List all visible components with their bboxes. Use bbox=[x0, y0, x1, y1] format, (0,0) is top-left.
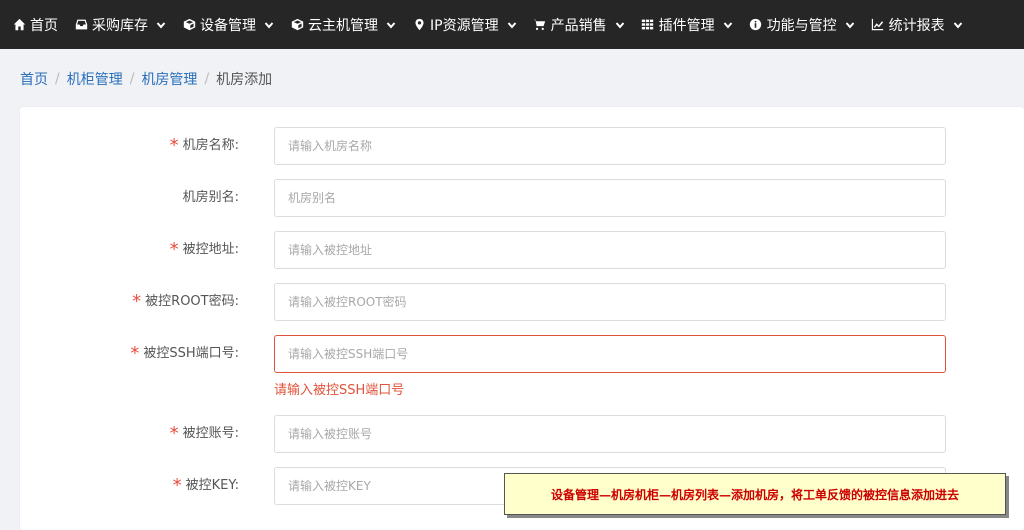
chevron-down-icon bbox=[723, 20, 733, 30]
nav-item-ip-resource-management[interactable]: IP资源管理 bbox=[412, 15, 517, 35]
nav-item-function-control[interactable]: 功能与管控 bbox=[749, 15, 855, 35]
chevron-down-icon bbox=[615, 20, 625, 30]
nav-item-statistics-report[interactable]: 统计报表 bbox=[871, 15, 963, 35]
required-asterisk: * bbox=[169, 239, 179, 260]
nav-item-plugin-management[interactable]: 插件管理 bbox=[641, 15, 733, 35]
room-alias-input[interactable] bbox=[274, 179, 946, 217]
grid-icon bbox=[641, 18, 655, 32]
field-label: * 被控SSH端口号: bbox=[130, 343, 239, 364]
chart-line-icon bbox=[871, 18, 885, 32]
nav-item-product-sales[interactable]: 产品销售 bbox=[533, 15, 625, 35]
breadcrumb-current: 机房添加 bbox=[216, 72, 273, 88]
annotation-callout: 设备管理—机房机柜—机房列表—添加机房，将工单反馈的被控信息添加进去 bbox=[504, 473, 1006, 515]
root-password-input[interactable] bbox=[274, 283, 946, 321]
nav-item-label: IP资源管理 bbox=[430, 17, 499, 34]
nav-item-label: 功能与管控 bbox=[766, 17, 837, 34]
map-marker-icon bbox=[412, 18, 426, 32]
nav-item-label: 云主机管理 bbox=[308, 17, 378, 34]
cube-icon bbox=[290, 18, 304, 32]
field-label: * 被控地址: bbox=[169, 239, 239, 260]
required-asterisk: * bbox=[169, 423, 179, 444]
info-icon bbox=[749, 18, 763, 32]
room-name-input[interactable] bbox=[274, 127, 946, 165]
field-label: * 被控账号: bbox=[169, 423, 239, 444]
inbox-icon bbox=[74, 18, 88, 32]
breadcrumb-link-cabinet-management[interactable]: 机柜管理 bbox=[67, 69, 123, 89]
breadcrumb: 首页 / 机柜管理 / 机房管理 / 机房添加 bbox=[20, 69, 272, 89]
breadcrumb-link-home[interactable]: 首页 bbox=[20, 69, 48, 89]
field-label: * 被控KEY: bbox=[172, 475, 239, 496]
required-asterisk: * bbox=[169, 135, 179, 156]
nav-item-cloud-host-management[interactable]: 云主机管理 bbox=[290, 15, 396, 35]
cube-icon bbox=[182, 18, 196, 32]
nav-item-label: 设备管理 bbox=[200, 17, 256, 34]
ssh-port-error-message: 请输入被控SSH端口号 bbox=[274, 383, 405, 398]
field-label: * 被控ROOT密码: bbox=[132, 291, 239, 312]
nav-item-label: 采购库存 bbox=[92, 17, 148, 34]
ssh-port-input[interactable] bbox=[274, 335, 946, 373]
cart-icon bbox=[533, 18, 547, 32]
top-navbar: 首页 采购库存 设备管理 云主机管理 IP资源管理 产品销售 插件管理 功能与管… bbox=[0, 0, 1024, 49]
nav-item-home[interactable]: 首页 bbox=[12, 15, 58, 35]
field-label: * 机房名称: bbox=[169, 135, 239, 156]
chevron-down-icon bbox=[264, 20, 274, 30]
nav-item-label: 首页 bbox=[30, 17, 58, 34]
breadcrumb-separator: / bbox=[55, 71, 60, 87]
breadcrumb-link-room-management[interactable]: 机房管理 bbox=[141, 69, 197, 89]
controlled-address-input[interactable] bbox=[274, 231, 946, 269]
required-asterisk: * bbox=[130, 343, 140, 364]
required-asterisk: * bbox=[132, 291, 142, 312]
chevron-down-icon bbox=[507, 20, 517, 30]
breadcrumb-separator: / bbox=[204, 71, 210, 87]
room-add-form-card: *机房名称: 机房别名: *被控地址: *被控ROOT密码: *被控SSH端口号… bbox=[20, 107, 1024, 530]
nav-item-label: 统计报表 bbox=[888, 17, 945, 34]
required-asterisk: * bbox=[172, 475, 182, 496]
chevron-down-icon bbox=[953, 20, 963, 30]
chevron-down-icon bbox=[156, 20, 166, 30]
nav-item-device-management[interactable]: 设备管理 bbox=[182, 15, 274, 35]
nav-item-purchase-inventory[interactable]: 采购库存 bbox=[74, 15, 166, 35]
breadcrumb-separator: / bbox=[129, 71, 135, 87]
nav-item-label: 插件管理 bbox=[658, 17, 715, 34]
field-label: 机房别名: bbox=[182, 190, 239, 205]
controlled-account-input[interactable] bbox=[274, 415, 946, 453]
nav-item-label: 产品销售 bbox=[550, 17, 607, 34]
annotation-text: 设备管理—机房机柜—机房列表—添加机房，将工单反馈的被控信息添加进去 bbox=[550, 487, 959, 502]
chevron-down-icon bbox=[386, 20, 396, 30]
chevron-down-icon bbox=[845, 20, 855, 30]
home-icon bbox=[12, 18, 26, 32]
